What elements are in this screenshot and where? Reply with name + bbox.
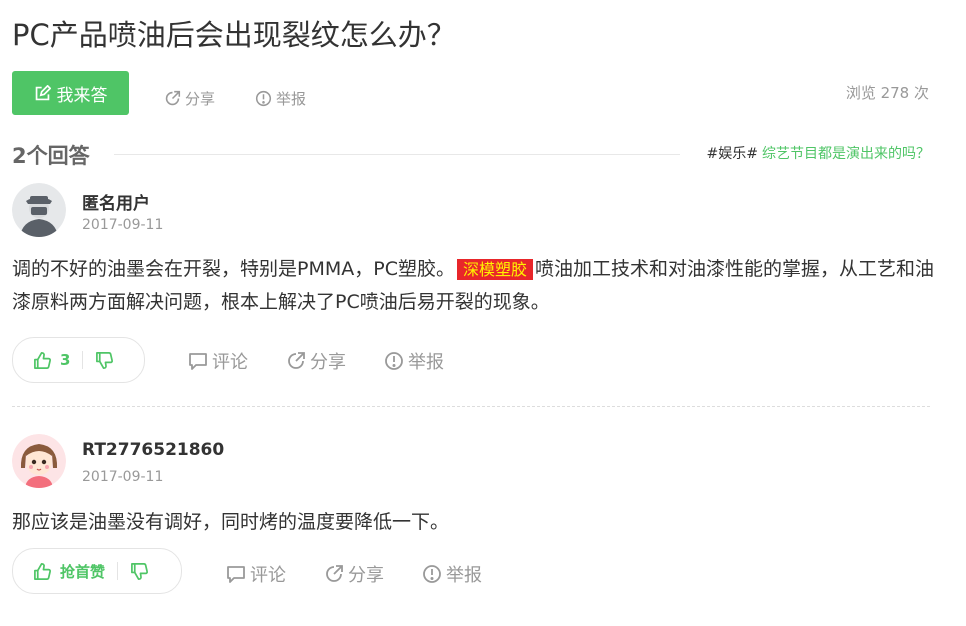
- header-divider: [114, 154, 680, 155]
- answer-content: 调的不好的油墨会在开裂，特别是PMMA，PC塑胶。 深模塑胶 喷油加工技术和对油漆性…: [12, 253, 942, 318]
- share-icon: [288, 352, 305, 369]
- answer-date: 2017-09-11: [82, 217, 164, 233]
- answer-content: 那应该是油墨没有调好，同时烤的温度要降低一下。: [12, 511, 450, 533]
- answer-date: 2017-09-11: [82, 469, 164, 485]
- report-icon: [385, 352, 403, 370]
- cartoon-girl-avatar-icon: [12, 434, 66, 488]
- like-button[interactable]: 3: [13, 351, 82, 370]
- view-count: 浏览 278 次: [845, 84, 929, 102]
- dislike-button[interactable]: [118, 562, 167, 581]
- thumbs-up-icon: [34, 562, 52, 580]
- report-label: 举报: [276, 90, 307, 108]
- like-button[interactable]: 抢首赞: [13, 561, 117, 582]
- hot-question-link[interactable]: 综艺节目都是演出来的吗？: [762, 146, 930, 162]
- comment-button[interactable]: 评论: [226, 561, 286, 587]
- answer-actions: 评论 分享 举报: [188, 348, 444, 374]
- answer-text-start: 调的不好的油墨会在开裂，特别是PMMA，PC塑胶。: [12, 258, 455, 280]
- hot-tag[interactable]: #娱乐#: [707, 146, 758, 162]
- answer-button-label: 我来答: [56, 85, 108, 106]
- report-label: 举报: [408, 352, 444, 373]
- thumbs-up-icon: [34, 351, 52, 369]
- report-icon: [255, 90, 272, 107]
- avatar[interactable]: [12, 434, 66, 488]
- dislike-button[interactable]: [83, 351, 132, 370]
- hot-topic: #娱乐# 综艺节目都是演出来的吗？: [707, 143, 930, 163]
- thumbs-down-icon: [131, 562, 149, 580]
- report-button[interactable]: 举报: [422, 561, 482, 587]
- anonymous-user-icon: [12, 183, 66, 237]
- report-icon: [423, 565, 441, 583]
- share-icon: [326, 565, 343, 582]
- share-button[interactable]: 分享: [324, 561, 384, 587]
- comment-icon: [227, 566, 245, 583]
- thumbs-down-icon: [96, 351, 114, 369]
- report-button[interactable]: 举报: [384, 348, 444, 374]
- username[interactable]: RT2776521860: [82, 440, 224, 460]
- report-button[interactable]: 举报: [255, 88, 306, 109]
- like-count: 3: [60, 351, 71, 369]
- comment-label: 评论: [212, 352, 248, 373]
- share-label: 分享: [185, 90, 216, 108]
- vote-box: 3: [12, 337, 145, 383]
- answer-actions: 评论 分享 举报: [226, 561, 482, 587]
- share-button[interactable]: 分享: [286, 348, 346, 374]
- share-label: 分享: [310, 352, 346, 373]
- report-label: 举报: [446, 565, 482, 586]
- share-label: 分享: [348, 565, 384, 586]
- vote-box: 抢首赞: [12, 548, 182, 594]
- ad-link[interactable]: 深模塑胶: [456, 259, 533, 280]
- comment-label: 评论: [250, 565, 286, 586]
- first-like-label: 抢首赞: [60, 562, 106, 581]
- comment-button[interactable]: 评论: [188, 348, 248, 374]
- username[interactable]: 匿名用户: [82, 189, 150, 214]
- comment-icon: [189, 353, 207, 370]
- answer-button[interactable]: 我来答: [12, 71, 129, 115]
- avatar[interactable]: [12, 183, 66, 237]
- answer-count: 2个回答: [12, 144, 90, 168]
- question-title: PC产品喷油后会出现裂纹怎么办？: [12, 18, 456, 52]
- answers-header: 2个回答 #娱乐# 综艺节目都是演出来的吗？: [12, 140, 930, 170]
- share-button[interactable]: 分享: [164, 88, 215, 109]
- edit-icon: [35, 84, 51, 100]
- answer-divider: [12, 406, 930, 407]
- share-icon: [165, 90, 181, 106]
